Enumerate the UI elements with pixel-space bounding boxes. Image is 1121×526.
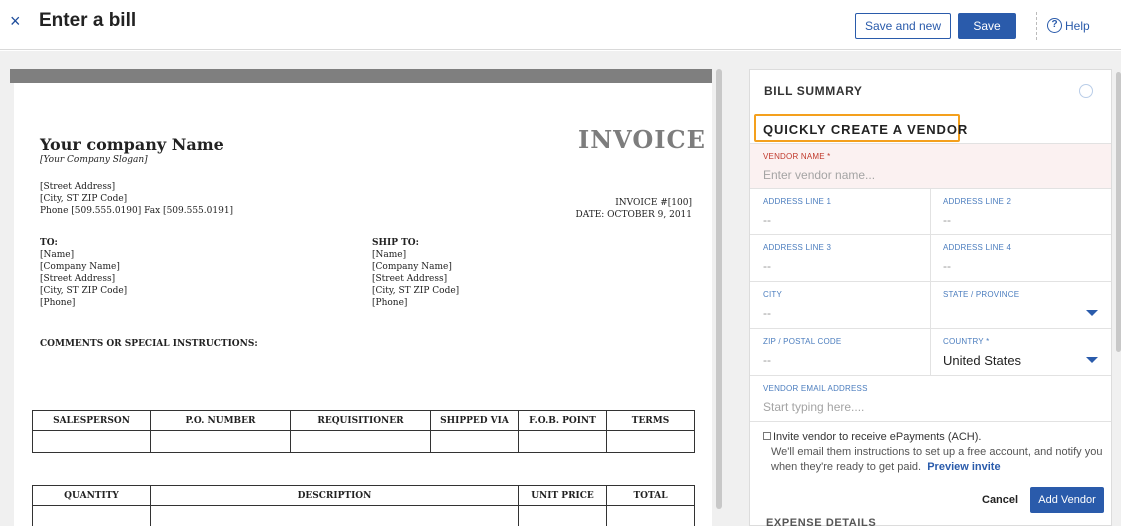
help-link[interactable]: ? Help: [1047, 18, 1090, 33]
to-line: [Phone]: [40, 298, 76, 308]
quick-create-vendor-heading: QUICKLY CREATE A VENDOR: [763, 122, 969, 137]
table-header-cell: DESCRIPTION: [150, 485, 519, 506]
address-line-2-value: --: [943, 213, 951, 227]
table-header-cell: SHIPPED VIA: [430, 410, 519, 431]
ship-to-line: [Company Name]: [372, 262, 452, 272]
vendor-name-field: VENDOR NAME *: [750, 144, 1111, 189]
add-vendor-button[interactable]: Add Vendor: [1030, 487, 1104, 513]
vendor-email-input[interactable]: [763, 400, 1083, 414]
side-panel-scrollbar[interactable]: [1116, 72, 1121, 352]
chevron-down-icon: [1086, 357, 1098, 363]
to-line: [Name]: [40, 250, 75, 260]
save-button[interactable]: Save: [958, 13, 1016, 39]
vendor-form-panel: BILL SUMMARY QUICKLY CREATE A VENDOR VEN…: [749, 69, 1112, 526]
table-header-cell: F.O.B. POINT: [518, 410, 607, 431]
to-line: [City, ST ZIP Code]: [40, 286, 128, 296]
vendor-email-label: VENDOR EMAIL ADDRESS: [763, 384, 868, 393]
invoice-page: Your company Name [Your Company Slogan] …: [14, 83, 712, 526]
invoice-comments-label: COMMENTS OR SPECIAL INSTRUCTIONS:: [40, 339, 258, 349]
help-label: Help: [1065, 18, 1090, 33]
document-toolbar: [10, 69, 712, 83]
ship-to-line: [Name]: [372, 250, 407, 260]
address-line-2-field[interactable]: ADDRESS LINE 2 --: [930, 189, 1111, 235]
invoice-number: INVOICE #[100]: [615, 198, 692, 208]
top-header: × Enter a bill Save and new Save ? Help: [0, 0, 1121, 50]
country-select[interactable]: COUNTRY * United States: [930, 329, 1111, 376]
invoice-company-name: Your company Name: [40, 135, 224, 154]
address-line-2-label: ADDRESS LINE 2: [943, 197, 1012, 206]
vendor-name-value: [763, 168, 1083, 182]
bill-summary-radio[interactable]: [1079, 84, 1093, 98]
to-label: TO:: [40, 238, 58, 248]
invoice-city: [City, ST ZIP Code]: [40, 194, 128, 204]
table-header-cell: QUANTITY: [32, 485, 151, 506]
invoice-items-table: QUANTITY DESCRIPTION UNIT PRICE TOTAL: [32, 485, 695, 526]
close-icon[interactable]: ×: [10, 11, 21, 31]
country-value: United States: [943, 353, 1022, 368]
document-scrollbar[interactable]: [716, 69, 722, 509]
address-line-1-field[interactable]: ADDRESS LINE 1 --: [750, 189, 930, 235]
invoice-phone-fax: Phone [509.555.0190] Fax [509.555.0191]: [40, 206, 234, 216]
invite-label: Invite vendor to receive ePayments (ACH)…: [773, 431, 982, 443]
invoice-ship-to-block: SHIP TO: [Name] [Company Name] [Street A…: [372, 237, 459, 309]
invoice-date: DATE: OCTOBER 9, 2011: [575, 210, 692, 220]
to-line: [Street Address]: [40, 274, 116, 284]
country-label: COUNTRY *: [943, 337, 990, 346]
vendor-email-field: VENDOR EMAIL ADDRESS: [750, 376, 1111, 422]
help-circle-icon: ?: [1047, 18, 1062, 33]
city-field[interactable]: CITY --: [750, 282, 930, 329]
address-line-4-field[interactable]: ADDRESS LINE 4 --: [930, 235, 1111, 282]
table-header-cell: SALESPERSON: [32, 410, 151, 431]
to-line: [Company Name]: [40, 262, 120, 272]
ship-to-line: [Phone]: [372, 298, 408, 308]
chevron-down-icon: [1086, 310, 1098, 316]
preview-invite-link[interactable]: Preview invite: [927, 461, 1000, 473]
address-line-1-label: ADDRESS LINE 1: [763, 197, 832, 206]
address-line-4-label: ADDRESS LINE 4: [943, 243, 1012, 252]
city-value: --: [763, 306, 771, 320]
invite-description: We'll email them instructions to set up …: [763, 445, 1103, 475]
table-header-cell: P.O. NUMBER: [150, 410, 291, 431]
address-line-3-value: --: [763, 259, 771, 273]
invoice-number-block: INVOICE #[100] DATE: OCTOBER 9, 2011: [575, 197, 692, 221]
vendor-name-label: VENDOR NAME *: [763, 152, 831, 161]
invite-checkbox[interactable]: [763, 432, 771, 441]
invoice-title: INVOICE: [578, 125, 706, 154]
invoice-slogan: [Your Company Slogan]: [40, 155, 148, 165]
header-divider: [1036, 12, 1037, 40]
ship-to-line: [City, ST ZIP Code]: [372, 286, 460, 296]
table-header-cell: TOTAL: [606, 485, 695, 506]
document-viewer: Your company Name [Your Company Slogan] …: [0, 51, 738, 526]
table-row: [32, 505, 695, 526]
vendor-name-input[interactable]: [763, 168, 1083, 182]
expense-details-heading: EXPENSE DETAILS: [766, 517, 877, 526]
page-title: Enter a bill: [39, 10, 137, 31]
table-row: [32, 430, 695, 453]
bill-summary-heading: BILL SUMMARY: [764, 84, 863, 98]
invoice-street: [Street Address]: [40, 182, 116, 192]
zip-postal-value: --: [763, 353, 771, 367]
invite-section: Invite vendor to receive ePayments (ACH)…: [763, 430, 1103, 475]
address-line-3-label: ADDRESS LINE 3: [763, 243, 832, 252]
save-and-new-button[interactable]: Save and new: [855, 13, 951, 39]
vendor-email-value: [763, 400, 1083, 414]
table-header-cell: UNIT PRICE: [518, 485, 607, 506]
invoice-address: [Street Address] [City, ST ZIP Code] Pho…: [40, 181, 233, 217]
ship-to-line: [Street Address]: [372, 274, 448, 284]
table-header-cell: REQUISITIONER: [290, 410, 431, 431]
city-label: CITY: [763, 290, 783, 299]
table-header-cell: TERMS: [606, 410, 695, 431]
address-line-4-value: --: [943, 259, 951, 273]
zip-postal-field[interactable]: ZIP / POSTAL CODE --: [750, 329, 930, 376]
ship-to-label: SHIP TO:: [372, 238, 419, 248]
address-line-3-field[interactable]: ADDRESS LINE 3 --: [750, 235, 930, 282]
invoice-to-block: TO: [Name] [Company Name] [Street Addres…: [40, 237, 127, 309]
invoice-shipping-table: SALESPERSON P.O. NUMBER REQUISITIONER SH…: [32, 410, 695, 453]
cancel-button[interactable]: Cancel: [982, 494, 1018, 506]
address-line-1-value: --: [763, 213, 771, 227]
state-province-select[interactable]: STATE / PROVINCE: [930, 282, 1111, 329]
column-divider: [930, 189, 931, 376]
state-province-label: STATE / PROVINCE: [943, 290, 1020, 299]
zip-postal-label: ZIP / POSTAL CODE: [763, 337, 842, 346]
